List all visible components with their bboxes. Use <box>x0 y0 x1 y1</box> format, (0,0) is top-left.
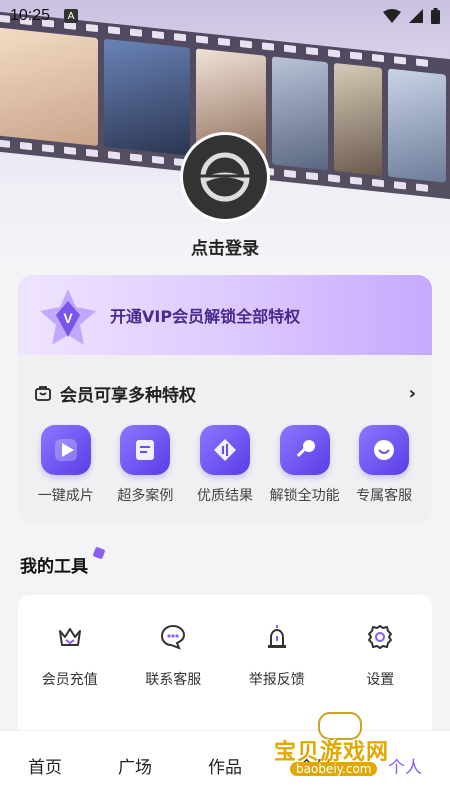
tool-item-settings[interactable]: 设置 <box>335 623 425 745</box>
nav-home[interactable]: 首页 <box>0 753 90 778</box>
profile-header: 点击登录 <box>0 0 450 272</box>
battery-icon <box>431 8 440 24</box>
tool-label: 举报反馈 <box>248 672 305 688</box>
status-time: 10:25 <box>10 7 51 24</box>
tool-item-support[interactable]: 联系客服 <box>128 623 218 745</box>
vip-gem-icon: V <box>40 289 96 345</box>
nav-profile[interactable]: 个人 <box>360 753 450 778</box>
bag-icon <box>35 386 51 401</box>
svg-text:V: V <box>63 310 73 326</box>
avatar[interactable] <box>180 132 270 222</box>
chat-icon <box>161 624 186 650</box>
tool-item-report[interactable]: 举报反馈 <box>232 623 322 745</box>
tools-title: 我的工具 <box>20 557 88 577</box>
tools-card: 会员充值 联系客服 举报反馈 设置 <box>18 595 432 745</box>
wifi-icon <box>383 9 401 23</box>
alarm-icon <box>267 625 286 648</box>
login-button[interactable]: 点击登录 <box>0 234 450 259</box>
perk-label: 专属客服 <box>356 488 413 504</box>
cases-icon <box>120 425 171 475</box>
quality-icon <box>199 425 250 475</box>
brand-logo-icon <box>200 152 250 202</box>
nav-square[interactable]: 广场 <box>90 753 180 778</box>
tool-label: 会员充值 <box>41 672 98 688</box>
perk-item[interactable]: 优质结果 <box>185 425 265 505</box>
gear-icon <box>368 625 393 649</box>
perks-title: 会员可享多种特权 <box>60 385 196 406</box>
perk-label: 优质结果 <box>196 488 253 504</box>
support-icon <box>359 425 410 475</box>
crown-icon <box>58 628 81 646</box>
title-accent-icon <box>92 546 106 560</box>
perk-label: 一键成片 <box>37 488 94 504</box>
perks-list: 一键成片 超多案例 优质结果 解锁全功能 专属客服 <box>18 417 432 505</box>
bottom-nav: 首页 广场 作品 会员 个人 <box>0 730 450 800</box>
perk-label: 超多案例 <box>117 488 174 504</box>
perk-item[interactable]: 一键成片 <box>26 425 106 505</box>
vip-banner-title: 开通VIP会员解锁全部特权 <box>110 307 301 326</box>
tool-item-recharge[interactable]: 会员充值 <box>25 623 115 745</box>
perk-item[interactable]: 解锁全功能 <box>265 425 345 505</box>
vip-banner[interactable]: V 开通VIP会员解锁全部特权 <box>18 275 432 355</box>
play-icon <box>40 425 91 475</box>
signal-icon <box>409 9 423 23</box>
tool-label: 联系客服 <box>145 672 202 688</box>
perk-item[interactable]: 超多案例 <box>106 425 186 505</box>
vip-card: V 开通VIP会员解锁全部特权 会员可享多种特权 › 一键成片 超多案例 优质结… <box>18 275 432 523</box>
status-bar: 10:25 A <box>0 0 450 32</box>
key-icon <box>279 425 330 475</box>
notification-icon: A <box>64 9 79 23</box>
chevron-right-icon[interactable]: › <box>409 383 416 404</box>
nav-works[interactable]: 作品 <box>180 753 270 778</box>
tool-label: 设置 <box>366 672 395 688</box>
nav-vip[interactable]: 会员 <box>270 753 360 778</box>
perk-item[interactable]: 专属客服 <box>344 425 424 505</box>
perks-header[interactable]: 会员可享多种特权 › <box>18 369 432 417</box>
perk-label: 解锁全功能 <box>269 488 340 504</box>
